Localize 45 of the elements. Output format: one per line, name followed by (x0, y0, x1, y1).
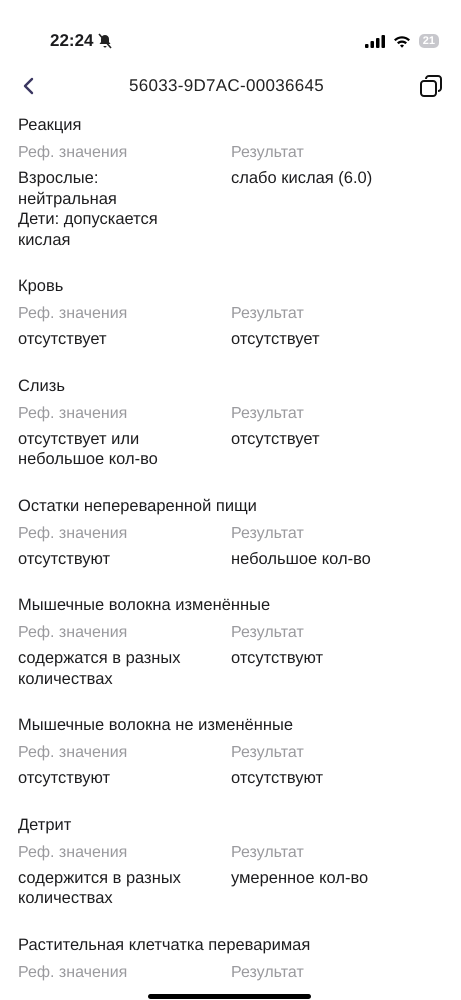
field-label: Реф. значения (18, 143, 128, 163)
result-value: отсутствует (231, 428, 321, 449)
field-label: Реф. значения (18, 743, 128, 763)
reference-value: содержатся в разных количествах (18, 648, 182, 689)
reference-value: содержится в разных количествах (18, 868, 182, 908)
field-label: Реф. значения (18, 304, 128, 324)
section-title: Детрит (18, 814, 72, 836)
field-label: Результат (231, 304, 305, 324)
section-title: Слизь (18, 376, 66, 396)
field-label: Результат (231, 842, 305, 862)
result-value: отсутствует (231, 329, 321, 350)
field-label: Реф. значения (18, 962, 128, 982)
field-label: Результат (231, 743, 305, 763)
section-title: Мышечные волокна изменённые (18, 595, 272, 616)
order-number: 56033-9D7AC-00036645 (128, 75, 324, 98)
copy-icon[interactable] (418, 74, 443, 98)
battery-indicator: 21 (418, 34, 439, 48)
status-time: 22:24 (50, 30, 94, 52)
field-label: Результат (231, 143, 305, 163)
field-label: Результат (231, 962, 305, 982)
field-label: Реф. значения (18, 623, 128, 643)
field-label: Реф. значения (18, 842, 128, 862)
signal-icon (364, 34, 385, 48)
section-title: Мышечные волокна не изменённые (18, 715, 294, 736)
section-title: Растительная клетчатка переваримая (18, 934, 312, 956)
section-title: Остатки непереваренной пищи (18, 496, 258, 516)
field-label: Реф. значения (18, 524, 128, 544)
back-icon[interactable] (22, 77, 34, 95)
result-value: слабо кислая (6.0) (231, 168, 374, 188)
field-label: Реф. значения (18, 404, 128, 424)
section-title: Реакция (18, 115, 82, 136)
result-value: небольшое кол-во (231, 548, 372, 569)
result-value: отсутствуют (231, 648, 324, 668)
field-label: Результат (231, 524, 305, 544)
reference-value: Взрослые: нейтральная Дети: допускается кислая (18, 168, 159, 250)
reference-value: отсутствуют (18, 768, 112, 788)
result-value: умеренное кол-во (231, 868, 370, 888)
reference-value: отсутствует (18, 329, 108, 350)
section-title: Кровь (18, 276, 64, 297)
result-value: отсутствуют (231, 768, 324, 788)
reference-value: отсутствуют (18, 548, 112, 569)
field-label: Результат (231, 404, 305, 424)
field-label: Результат (231, 623, 305, 643)
wifi-icon (392, 34, 411, 48)
reference-value: отсутствует или небольшое кол-во (18, 428, 159, 470)
